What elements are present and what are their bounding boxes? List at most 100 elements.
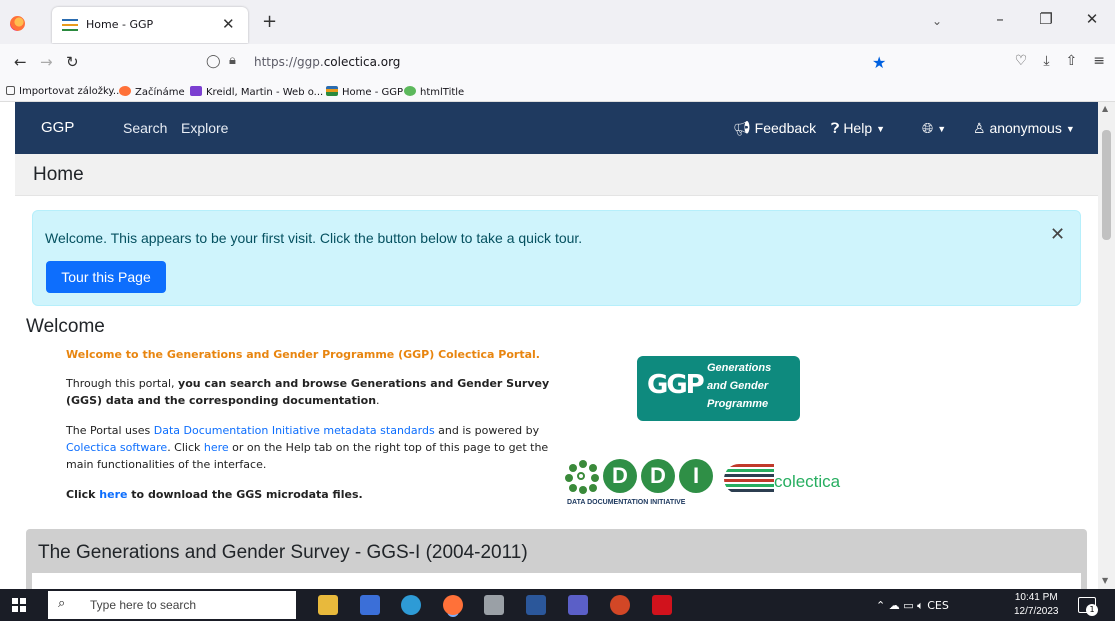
forward-icon[interactable]: → <box>40 53 53 71</box>
search-placeholder: Type here to search <box>90 598 197 612</box>
alert-text: Welcome. This appears to be your first v… <box>45 230 583 246</box>
page-scrollbar[interactable]: ▲ ▼ <box>1098 102 1115 589</box>
teams-icon[interactable] <box>568 595 588 615</box>
powerpoint-icon[interactable] <box>610 595 630 615</box>
edge-icon[interactable] <box>401 595 421 615</box>
bookmark-kreidl[interactable]: Kreidl, Martin - Web o... <box>190 86 323 98</box>
url-text[interactable]: https://ggp.colectica.org <box>254 55 400 69</box>
restore-icon[interactable]: ❐ <box>1023 10 1069 34</box>
htmltitle-icon <box>404 86 416 96</box>
scroll-thumb[interactable] <box>1102 130 1111 240</box>
close-icon[interactable]: ✕ <box>1050 224 1065 245</box>
bookmark-getting-started[interactable]: Začínáme <box>119 86 185 98</box>
ggp-logo[interactable]: GGP Generations and Gender Programme <box>637 356 800 421</box>
section-body <box>32 573 1081 589</box>
download-here-link[interactable]: here <box>99 488 127 501</box>
ddi-letter: D <box>641 459 675 493</box>
battery-icon[interactable]: ▭ <box>903 599 917 612</box>
brand-link[interactable]: GGP <box>41 119 74 136</box>
lock-icon[interactable]: 🔒︎ <box>229 53 236 68</box>
welcome-paragraph-3: Click here to download the GGS microdata… <box>66 488 363 501</box>
firefox-taskbar-icon[interactable] <box>443 595 463 615</box>
onedrive-icon[interactable]: ☁︎ <box>889 599 904 612</box>
bookmark-htmltitle[interactable]: htmlTitle <box>404 86 464 98</box>
caret-down-icon: ▼ <box>876 124 886 134</box>
language-indicator[interactable]: CES <box>927 599 949 612</box>
ddi-standards-link[interactable]: Data Documentation Initiative metadata s… <box>154 424 435 437</box>
nav-search[interactable]: Search <box>123 120 167 136</box>
browser-tab[interactable]: Home - GGP ✕ <box>52 7 248 43</box>
globe-icon: 🌐︎ <box>922 120 934 136</box>
nav-explore[interactable]: Explore <box>181 120 228 136</box>
page-title: Home <box>33 164 84 185</box>
colectica-mark-icon <box>724 464 774 494</box>
calculator-icon[interactable] <box>484 595 504 615</box>
feedback-link[interactable]: 📢︎ Feedback <box>733 120 816 137</box>
pocket-icon[interactable]: ♡ <box>1015 53 1028 69</box>
ggp-logo-mark: GGP <box>647 370 705 400</box>
bookmark-home-ggp[interactable]: Home - GGP <box>326 86 403 98</box>
clock-date: 12/7/2023 <box>1014 606 1059 617</box>
scroll-down-icon[interactable]: ▼ <box>1102 576 1108 585</box>
language-dropdown[interactable]: 🌐︎ ▼ <box>922 120 946 137</box>
colectica-wordmark: colectica <box>774 472 841 491</box>
tracking-shield-icon[interactable]: ◯ <box>206 54 221 69</box>
notification-badge: 1 <box>1086 604 1098 616</box>
browser-tab-bar: Home - GGP ✕ + ⌄ – ❐ ✕ <box>0 0 1115 44</box>
welcome-paragraph-2: The Portal uses Data Documentation Initi… <box>66 424 549 471</box>
bookmarks-bar: Importovat záložky... Začínáme Kreidl, M… <box>0 82 1115 102</box>
colectica-software-link[interactable]: Colectica software <box>66 441 167 454</box>
windows-taskbar: ⌕ Type here to search ⌃ ☁︎ ▭ 🔈︎ CES 10:4… <box>0 589 1115 621</box>
ddi-letter: I <box>679 459 713 493</box>
welcome-paragraph-1: Through this portal, you can search and … <box>66 377 550 407</box>
ddi-logo[interactable]: D D I DATA DOCUMENTATION INITIATIVE <box>561 456 721 512</box>
menu-icon[interactable]: ≡ <box>1093 53 1105 69</box>
tour-page-button[interactable]: Tour this Page <box>46 261 166 293</box>
question-circle-icon: ❓︎ <box>831 120 844 136</box>
chevron-up-icon[interactable]: ⌃ <box>876 599 889 612</box>
bookmark-star-icon[interactable]: ★ <box>872 53 886 72</box>
new-tab-icon[interactable]: + <box>262 11 277 32</box>
ggp-logo-line: and Gender <box>707 380 769 392</box>
acrobat-icon[interactable] <box>652 595 672 615</box>
ddi-caption: DATA DOCUMENTATION INITIATIVE <box>567 499 686 506</box>
back-icon[interactable]: ← <box>14 53 27 71</box>
search-icon: ⌕ <box>58 596 66 611</box>
minimize-icon[interactable]: – <box>977 10 1023 34</box>
close-tab-icon[interactable]: ✕ <box>222 15 235 33</box>
help-dropdown[interactable]: ❓︎ Help ▼ <box>831 120 885 137</box>
ggp-favicon-icon <box>62 19 78 31</box>
system-tray[interactable]: ⌃ ☁︎ ▭ 🔈︎ CES <box>876 599 949 613</box>
window-controls: – ❐ ✕ <box>977 10 1115 34</box>
volume-icon[interactable]: 🔈︎ <box>917 599 927 612</box>
section-title: The Generations and Gender Survey - GGS-… <box>38 542 528 563</box>
scroll-up-icon[interactable]: ▲ <box>1102 104 1108 113</box>
caret-down-icon: ▼ <box>937 124 947 134</box>
taskbar-search[interactable]: ⌕ Type here to search <box>48 591 296 619</box>
file-explorer-icon[interactable] <box>318 595 338 615</box>
import-icon <box>6 86 15 95</box>
reload-icon[interactable]: ↻ <box>66 53 79 71</box>
toolbar-icons: ♡ ⤓ ⇧ ≡ <box>1015 53 1105 69</box>
app-navbar: GGP Search Explore 📢︎ Feedback ❓︎ Help ▼ … <box>15 102 1098 154</box>
firefox-icon[interactable] <box>10 16 25 31</box>
ggp-logo-line: Programme <box>707 398 769 410</box>
clock[interactable]: 10:41 PM 12/7/2023 <box>1014 591 1059 619</box>
colectica-logo[interactable]: colectica <box>724 462 884 502</box>
windows-start-icon[interactable] <box>12 598 26 612</box>
ggp-logo-line: Generations <box>707 362 772 374</box>
user-dropdown[interactable]: ♙ anonymous ▼ <box>973 120 1075 137</box>
url-bar[interactable]: ◯ 🔒︎ https://ggp.colectica.org ★ <box>196 48 896 78</box>
downloads-icon[interactable]: ⤓ <box>1043 53 1049 69</box>
ggp-favicon-icon <box>326 86 338 96</box>
list-tabs-icon[interactable]: ⌄ <box>932 14 942 28</box>
save-app-icon[interactable] <box>360 595 380 615</box>
firefox-icon <box>119 86 131 96</box>
share-icon[interactable]: ⇧ <box>1066 53 1078 69</box>
word-icon[interactable] <box>526 595 546 615</box>
bookmark-import[interactable]: Importovat záložky... <box>6 86 122 97</box>
close-window-icon[interactable]: ✕ <box>1069 10 1115 34</box>
megaphone-icon: 📢︎ <box>733 120 755 136</box>
help-here-link[interactable]: here <box>204 441 229 454</box>
browser-toolbar: ← → ↻ ◯ 🔒︎ https://ggp.colectica.org ★ ♡… <box>0 44 1115 82</box>
